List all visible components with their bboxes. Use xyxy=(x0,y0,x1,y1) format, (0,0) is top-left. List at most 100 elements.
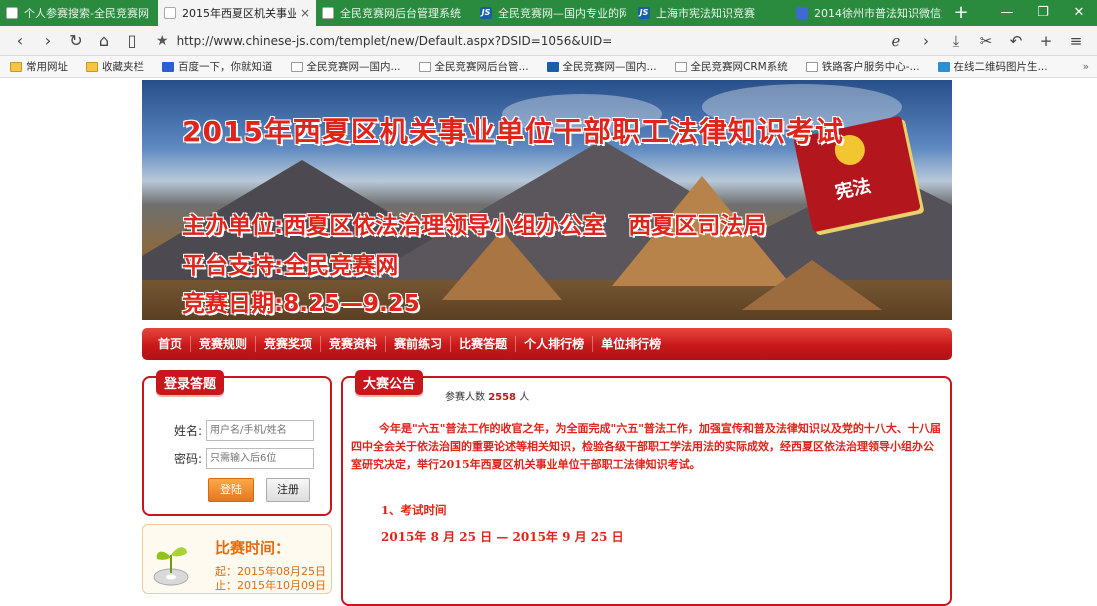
tab-label: 2014徐州市普法知识微信竞赛 xyxy=(814,7,942,20)
bookmark-item[interactable]: 收藏夹栏 xyxy=(86,59,144,74)
url-text: http://www.chinese-js.com/templet/new/De… xyxy=(176,33,613,48)
nav-unit-ranking[interactable]: 单位排行榜 xyxy=(593,336,669,352)
banner-title: 2015年西夏区机关事业单位干部职工法律知识考试 xyxy=(182,115,844,148)
bookmark-item[interactable]: 铁路客户服务中心-... xyxy=(805,59,920,74)
chevron-right-icon[interactable]: › xyxy=(911,32,941,50)
count-label: 参赛人数 xyxy=(445,392,485,403)
bookmark-item[interactable]: 常用网址 xyxy=(10,59,68,74)
bookmark-label: 常用网址 xyxy=(26,61,68,73)
reading-view-icon[interactable]: ▯ xyxy=(118,31,146,50)
home-icon[interactable]: ⌂ xyxy=(90,31,118,50)
back-icon[interactable]: ‹ xyxy=(6,31,34,50)
more-bookmarks-icon[interactable]: » xyxy=(1083,61,1089,73)
refresh-icon[interactable]: ↻ xyxy=(62,31,90,50)
restore-icon[interactable]: ❐ xyxy=(1025,0,1061,26)
nav-materials[interactable]: 竞赛资料 xyxy=(321,336,387,352)
bookmark-item[interactable]: 百度一下，你就知道 xyxy=(162,59,273,74)
announcement-title: 大赛公告 xyxy=(355,370,424,395)
bookmark-label: 铁路客户服务中心-... xyxy=(821,61,920,73)
banner-platform: 平台支持:全民竞赛网 xyxy=(182,253,399,279)
minimize-icon[interactable]: — xyxy=(989,0,1025,26)
nav-awards[interactable]: 竞赛奖项 xyxy=(256,336,322,352)
nav-answer[interactable]: 比赛答题 xyxy=(451,336,517,352)
page-icon xyxy=(805,61,818,72)
baidu-paw-icon xyxy=(162,61,174,72)
bookmark-label: 全民竞赛网CRM系统 xyxy=(690,61,788,73)
login-title: 登录答题 xyxy=(156,370,225,395)
bookmark-item[interactable]: 全民竞赛网—国内... xyxy=(546,59,657,74)
name-input[interactable] xyxy=(206,420,315,441)
bookmark-label: 在线二维码图片生... xyxy=(953,61,1048,73)
nav-home[interactable]: 首页 xyxy=(150,336,192,352)
bookmark-label: 收藏夹栏 xyxy=(102,61,144,73)
sprout-disc-icon xyxy=(153,547,189,586)
name-row: 姓名: xyxy=(174,420,315,441)
name-label: 姓名: xyxy=(174,424,203,438)
add-icon[interactable]: + xyxy=(1031,32,1061,50)
page-icon xyxy=(290,61,303,72)
count-value: 2558 xyxy=(488,392,517,403)
compat-mode-icon[interactable]: ℯ xyxy=(881,32,911,50)
tab-label: 个人参赛搜索-全民竞赛网 xyxy=(24,7,149,20)
exam-time-range: 2015年 8 月 25 日 — 2015年 9 月 25 日 xyxy=(381,530,624,544)
js-logo-icon: JS xyxy=(638,7,650,19)
register-button[interactable]: 注册 xyxy=(266,478,310,502)
js-logo-icon xyxy=(546,61,559,72)
nav-rules[interactable]: 竞赛规则 xyxy=(191,336,257,352)
qr-code-icon xyxy=(937,61,950,72)
app-icon xyxy=(796,7,808,19)
page-content: 宪法 2015年西夏区机关事业单位干部职工法律知识考试 主办单位:西夏区依法治理… xyxy=(0,78,1097,606)
tab-5[interactable]: JS 上海市宪法知识竞赛 xyxy=(632,0,790,26)
tab-label: 上海市宪法知识竞赛 xyxy=(656,7,755,20)
password-row: 密码: xyxy=(174,448,315,469)
close-icon[interactable]: × xyxy=(300,6,310,20)
bookmark-label: 全民竞赛网后台管... xyxy=(434,61,529,73)
tab-label: 全民竞赛网后台管理系统 xyxy=(340,7,461,20)
nav-practice[interactable]: 赛前练习 xyxy=(386,336,452,352)
announcement-text: 今年是"六五"普法工作的收官之年，为全面完成"六五"普法工作，加强宣传和普及法律… xyxy=(351,422,941,471)
count-unit: 人 xyxy=(519,392,530,403)
bookmark-item[interactable]: 全民竞赛网后台管... xyxy=(418,59,529,74)
announcement-panel: 大赛公告 参赛人数 2558 人 今年是"六五"普法工作的收官之年，为全面完成"… xyxy=(341,370,952,606)
banner-dates: 竞赛日期:8.25—9.25 xyxy=(182,291,420,317)
forward-icon[interactable]: › xyxy=(34,31,62,50)
tab-2[interactable]: 2015年西夏区机关事业单位 × xyxy=(158,0,316,26)
download-icon[interactable]: ⤓ xyxy=(941,32,971,50)
bookmark-label: 百度一下，你就知道 xyxy=(178,61,273,73)
tomb-pyramid xyxy=(742,260,882,310)
bookmark-item[interactable]: 全民竞赛网CRM系统 xyxy=(674,59,788,74)
tab-4[interactable]: JS 全民竞赛网—国内专业的网络 xyxy=(474,0,632,26)
page-icon xyxy=(164,7,176,19)
tab-1[interactable]: 个人参赛搜索-全民竞赛网 xyxy=(0,0,158,26)
time-end: 止：2015年10月09日 xyxy=(215,579,326,592)
tab-strip: 个人参赛搜索-全民竞赛网 2015年西夏区机关事业单位 × 全民竞赛网后台管理系… xyxy=(0,0,1097,26)
folder-icon xyxy=(10,61,22,72)
tab-6[interactable]: 2014徐州市普法知识微信竞赛 xyxy=(790,0,948,26)
password-label: 密码: xyxy=(174,452,203,466)
participant-count: 参赛人数 2558 人 xyxy=(445,388,529,403)
menu-icon[interactable]: ≡ xyxy=(1061,32,1091,50)
page-icon xyxy=(418,61,431,72)
url-field[interactable]: ★ http://www.chinese-js.com/templet/new/… xyxy=(156,33,881,49)
bookmarks-bar: 常用网址 收藏夹栏 百度一下，你就知道 全民竞赛网—国内... 全民竞赛网后台管… xyxy=(0,56,1097,78)
scissors-icon[interactable]: ✂ xyxy=(971,32,1001,50)
login-button[interactable]: 登陆 xyxy=(208,478,254,502)
favorite-star-icon[interactable]: ★ xyxy=(156,33,169,49)
tomb-pyramid xyxy=(442,230,562,300)
tab-label: 全民竞赛网—国内专业的网络 xyxy=(498,7,626,20)
time-title: 比赛时间： xyxy=(215,539,291,557)
nav-personal-ranking[interactable]: 个人排行榜 xyxy=(516,336,594,352)
undo-icon[interactable]: ↶ xyxy=(1001,32,1031,50)
bookmark-item[interactable]: 全民竞赛网—国内... xyxy=(290,59,401,74)
banner-organizer: 主办单位:西夏区依法治理领导小组办公室 西夏区司法局 xyxy=(182,213,767,239)
main-nav: 首页 竞赛规则 竞赛奖项 竞赛资料 赛前练习 比赛答题 个人排行榜 单位排行榜 xyxy=(142,328,952,360)
page-icon xyxy=(6,7,18,19)
folder-icon xyxy=(86,61,98,72)
new-tab-button[interactable]: + xyxy=(948,0,974,26)
bookmark-item[interactable]: 在线二维码图片生... xyxy=(937,59,1048,74)
close-window-icon[interactable]: ✕ xyxy=(1061,0,1097,26)
bookmark-label: 全民竞赛网—国内... xyxy=(562,61,657,73)
banner: 宪法 2015年西夏区机关事业单位干部职工法律知识考试 主办单位:西夏区依法治理… xyxy=(142,80,952,320)
tab-3[interactable]: 全民竞赛网后台管理系统 xyxy=(316,0,474,26)
password-input[interactable] xyxy=(206,448,315,469)
